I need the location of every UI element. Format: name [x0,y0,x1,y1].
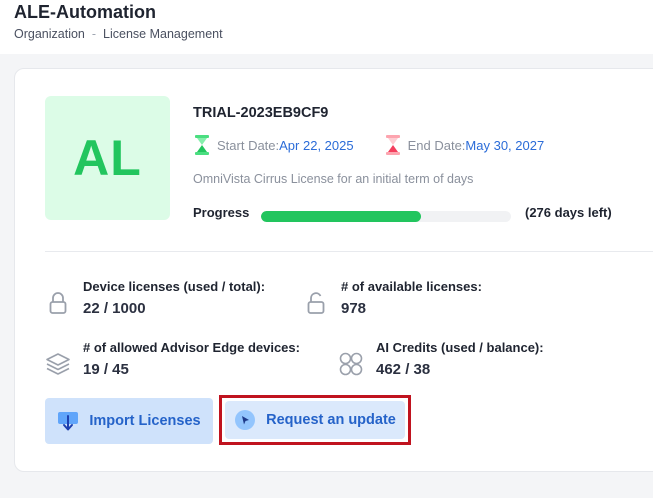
request-update-button[interactable]: Request an update [225,401,405,439]
ai-credits-label: AI Credits (used / balance): [376,340,544,355]
request-update-label: Request an update [266,412,396,428]
available-licenses-label: # of available licenses: [341,279,482,294]
cursor-click-icon [235,410,256,430]
device-licenses-label: Device licenses (used / total): [83,279,266,294]
progress-bar [261,211,511,222]
request-update-highlight: Request an update [219,395,411,445]
license-dates: Start Date: Apr 22, 2025 End Date: May 3… [193,133,574,157]
end-date-label: End Date: [407,137,466,153]
stat-available-licenses: # of available licenses: 978 [303,278,482,320]
import-licenses-button[interactable]: Import Licenses [45,398,213,444]
start-date: Start Date: Apr 22, 2025 [193,134,354,156]
unlock-icon [307,292,325,314]
divider [45,251,653,252]
download-icon [58,412,79,431]
page-title: ALE-Automation [14,2,156,22]
license-id: TRIAL-2023EB9CF9 [193,105,329,121]
lock-icon [49,292,67,314]
import-licenses-label: Import Licenses [89,413,201,429]
license-card: AL TRIAL-2023EB9CF9 Start Date: Apr 22, … [14,68,653,472]
days-left: (276 days left) [525,205,612,220]
breadcrumb: Organization - License Management [14,27,223,41]
device-licenses-value: 22 / 1000 [83,300,146,317]
stat-device-licenses: Device licenses (used / total): 22 / 100… [45,278,265,320]
breadcrumb-item-license-management: License Management [103,27,223,41]
ai-credits-value: 462 / 38 [376,361,431,378]
license-avatar: AL [45,96,170,220]
page-header: ALE-Automation Organization - License Ma… [0,0,653,54]
breadcrumb-separator: - [91,27,97,41]
hourglass-green-icon [195,135,209,155]
start-date-label: Start Date: [217,137,280,153]
stat-ai-credits: AI Credits (used / balance): 462 / 38 [338,339,544,381]
end-date: End Date: May 30, 2027 [384,134,545,156]
advisor-edge-value: 19 / 45 [83,361,129,378]
circles-grid-icon [339,352,363,376]
end-date-value: May 30, 2027 [465,137,545,153]
breadcrumb-item-organization[interactable]: Organization [14,27,85,41]
available-licenses-value: 978 [341,300,367,317]
progress-label: Progress [193,205,250,220]
stat-advisor-edge: # of allowed Advisor Edge devices: 19 / … [45,339,300,381]
start-date-value: Apr 22, 2025 [279,137,354,153]
hourglass-red-icon [385,135,400,155]
progress-row: Progress (276 days left) [193,204,633,224]
advisor-edge-label: # of allowed Advisor Edge devices: [83,340,300,355]
layers-icon [46,353,70,375]
progress-bar-fill [261,211,421,222]
license-description: OmniVista Cirrus License for an initial … [193,172,474,186]
